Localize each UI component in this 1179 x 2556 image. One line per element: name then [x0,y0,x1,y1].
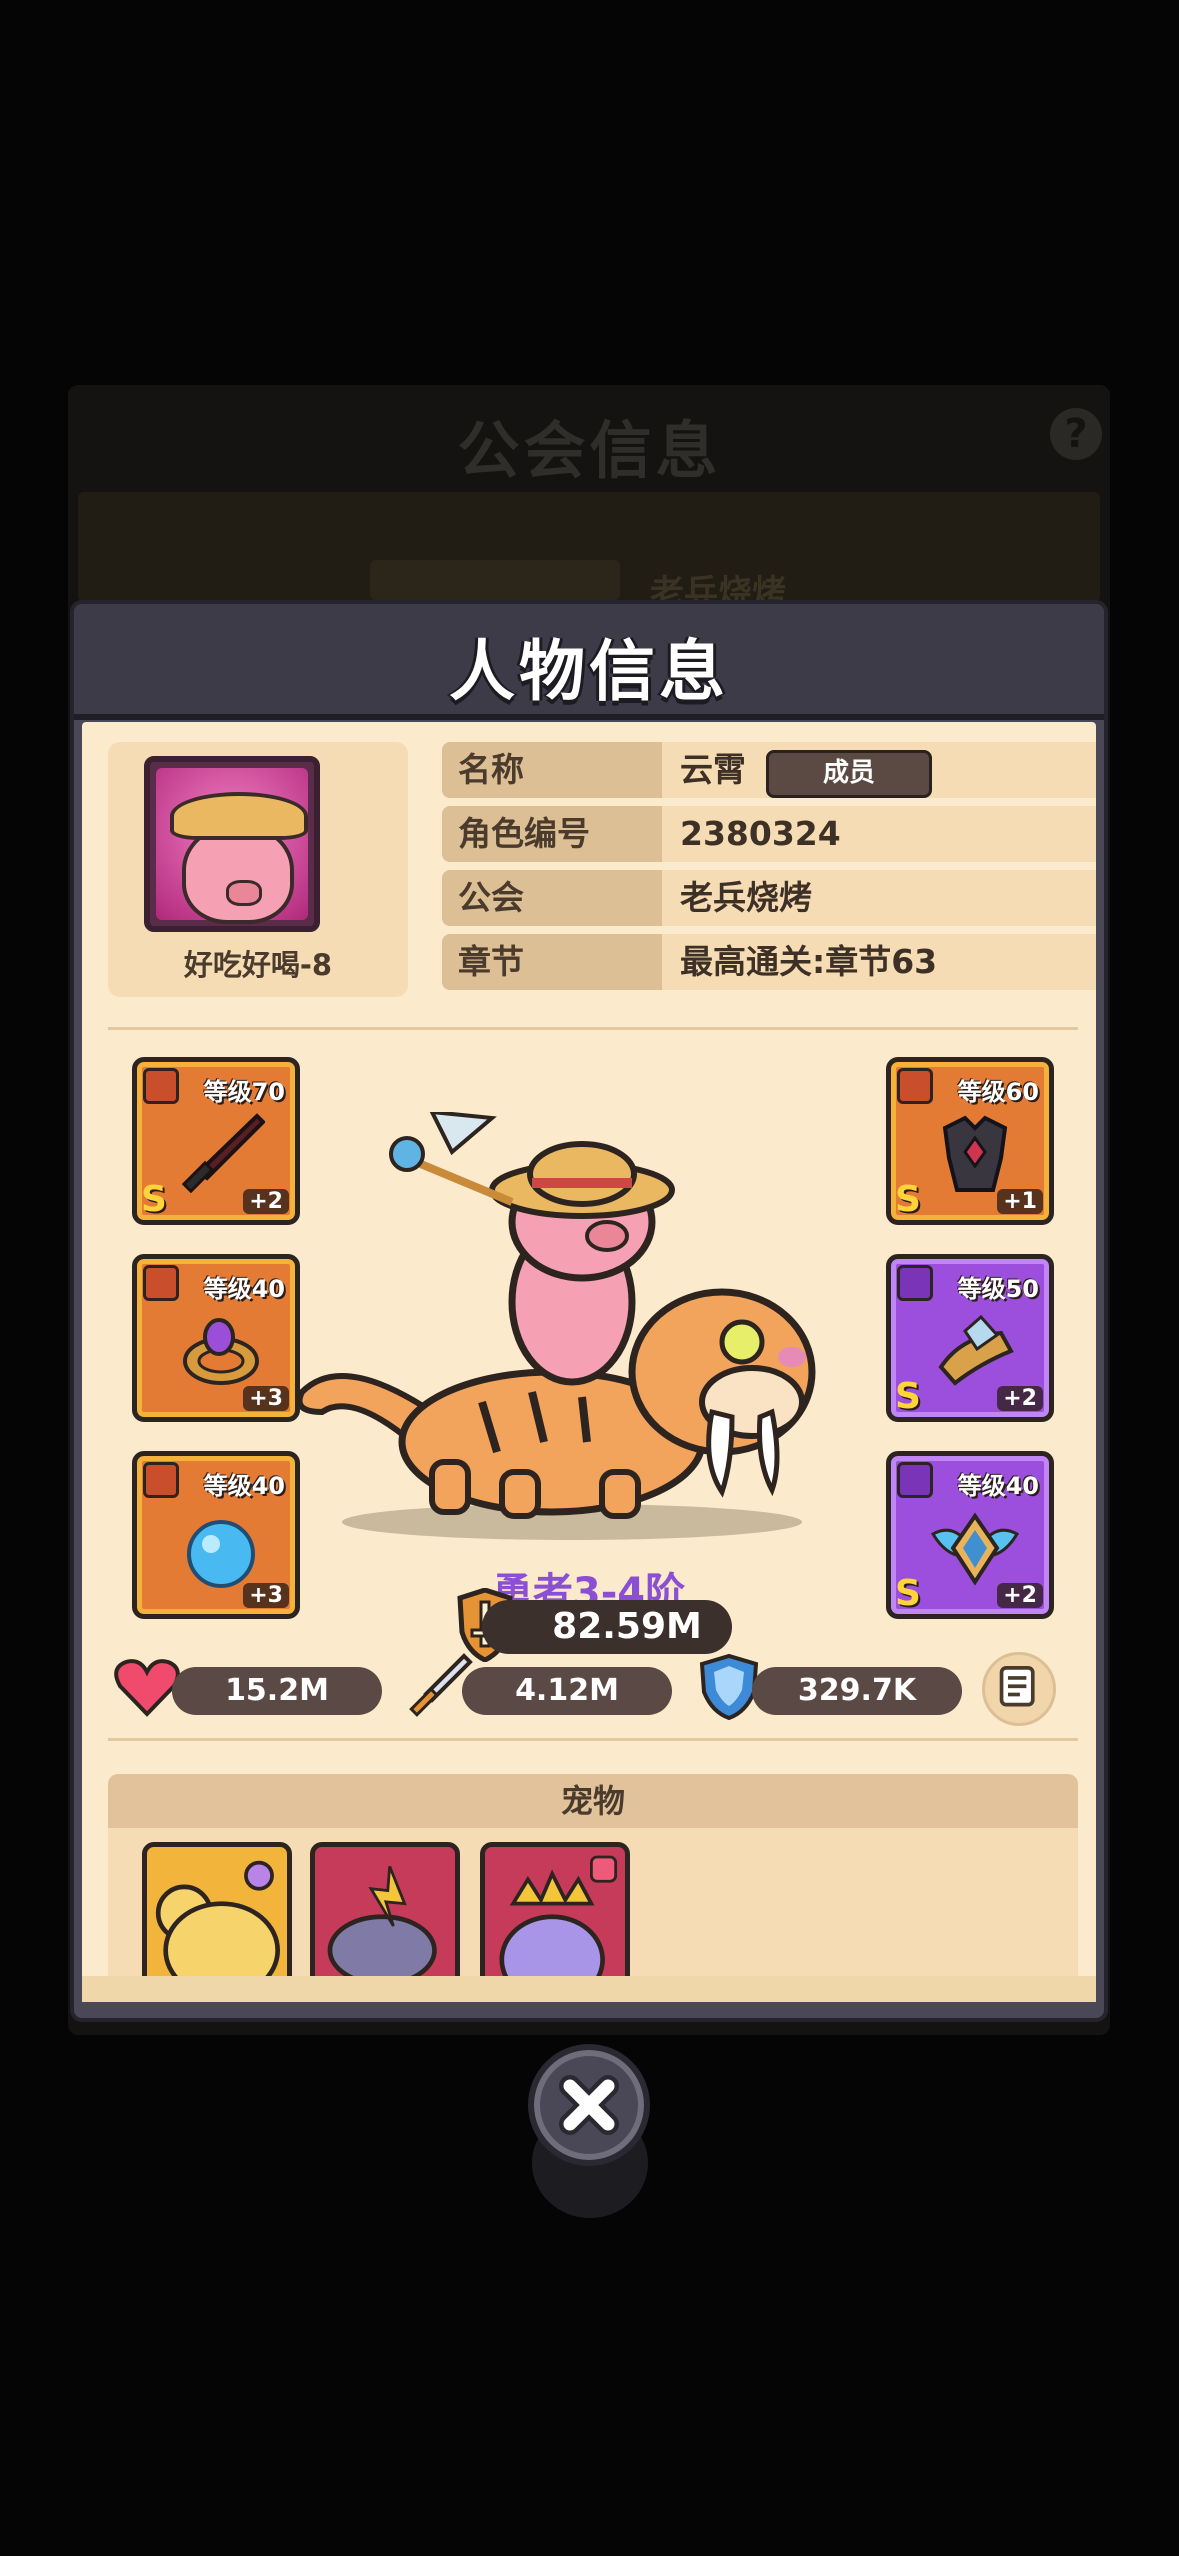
avatar-name: 好吃好喝-8 [183,948,333,982]
info-label: 章节 [442,934,662,990]
copy-icon[interactable] [1094,814,1096,854]
armor-type-icon [897,1068,933,1104]
member-badge: 成员 [766,750,932,798]
modal-content: 好吃好喝-8 名称 云霄 成员 角色编号 2380324 公会 老兵烧烤 章节 … [82,722,1096,2002]
sword-icon [181,1113,265,1194]
modal-header: 人物信息 [74,604,1104,720]
player-id: 2380324 [680,814,841,853]
divider [108,1738,1078,1741]
info-value: 云霄 成员 [662,742,1096,798]
pets-section-header: 宠物 [108,1774,1078,1828]
necklace-type-icon [143,1462,179,1498]
equipment-level: 等级50 [957,1275,1039,1303]
enhance-level: +1 [997,1189,1043,1214]
defense-stat: 329.7K [752,1667,962,1715]
ring-type-icon [143,1265,179,1301]
equipment-slot-bracer[interactable]: 等级50 S +2 [886,1254,1054,1422]
equipment-slot-ring[interactable]: 等级40 +3 [132,1254,300,1422]
avatar-card: 好吃好喝-8 [108,742,408,997]
help-icon: ? [1050,408,1102,460]
guild-name-label-background [370,560,620,600]
equipment-level: 等级70 [203,1078,285,1106]
hero-character-icon [296,1112,816,1540]
document-list-icon [999,1666,1035,1707]
info-value: 老兵烧烤 [662,870,1096,926]
equipment-slot-weapon[interactable]: 等级70 S +2 [132,1057,300,1225]
divider [108,1027,1078,1030]
bracer-icon [938,1314,1014,1386]
details-button[interactable] [982,1652,1056,1726]
equipment-level: 等级40 [203,1472,285,1500]
attack-stat: 4.12M [462,1667,672,1715]
bracer-type-icon [897,1265,933,1301]
close-icon [559,2075,619,2135]
emblem-type-icon [897,1462,933,1498]
equipment-level: 等级60 [957,1078,1039,1106]
info-row-chapter: 章节 最高通关:章节63 [442,934,1096,990]
combat-power: 82.59M [482,1600,732,1654]
info-row-id: 角色编号 2380324 [442,806,1096,862]
armor-icon [942,1115,1008,1192]
info-value: 2380324 [662,806,1096,862]
info-label: 角色编号 [442,806,662,862]
hp-stat: 15.2M [172,1667,382,1715]
close-button[interactable] [528,2044,650,2166]
character-info-modal: 人物信息 好吃好喝-8 名称 云霄 成员 角色编号 2380324 公会 老兵烧… [70,600,1108,2022]
info-row-name: 名称 云霄 成员 [442,742,1096,798]
info-label: 公会 [442,870,662,926]
equipment-slot-armor[interactable]: 等级60 S +1 [886,1057,1054,1225]
ring-icon [183,1318,259,1385]
guild-info-title: 公会信息 [457,414,722,487]
equipment-level: 等级40 [957,1472,1039,1500]
info-label: 名称 [442,742,662,798]
modal-title: 人物信息 [449,633,729,710]
enhance-level: +2 [997,1386,1043,1411]
info-value: 最高通关:章节63 [662,934,1096,990]
paper-edge [82,1976,1096,2002]
straw-hat-icon [170,792,308,840]
info-row-guild: 公会 老兵烧烤 [442,870,1096,926]
weapon-type-icon [143,1068,179,1104]
equipment-level: 等级40 [203,1275,285,1303]
avatar[interactable] [144,756,320,932]
player-name: 云霄 [680,750,746,789]
grade-label: S [141,1179,167,1220]
